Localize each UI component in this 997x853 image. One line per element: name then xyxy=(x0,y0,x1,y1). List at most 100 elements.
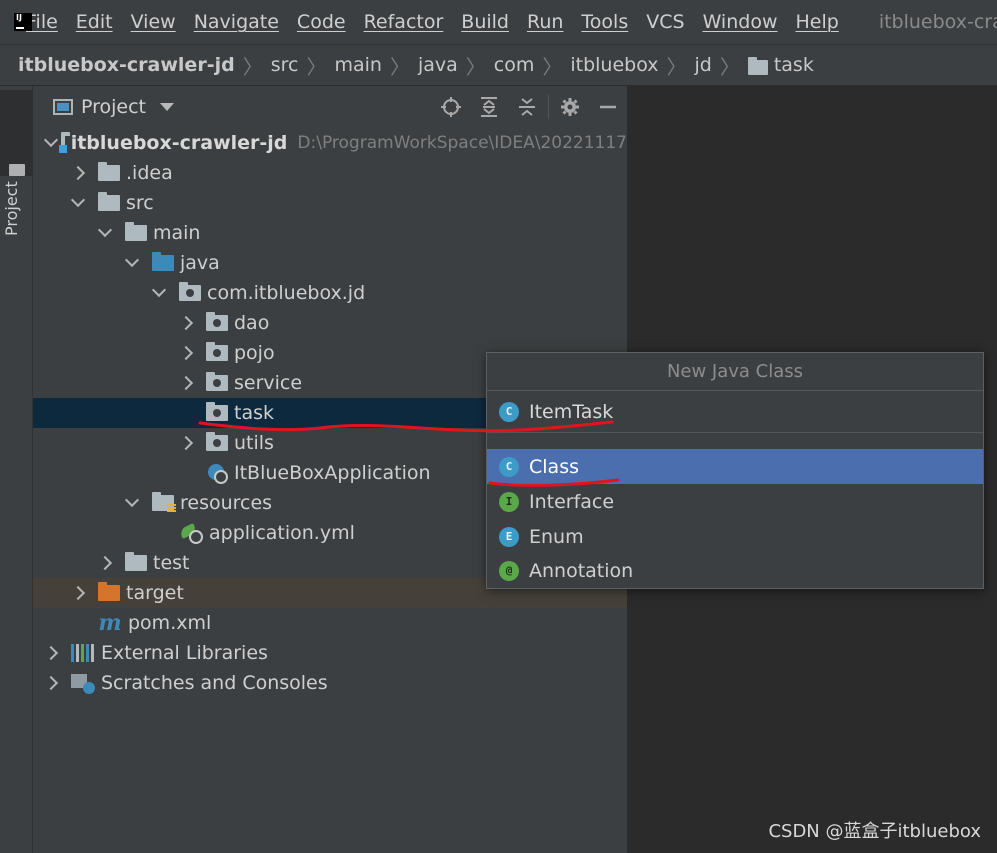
maven-file-icon: m xyxy=(98,610,122,636)
source-folder-icon xyxy=(152,252,174,271)
libraries-icon xyxy=(71,644,95,662)
chevron-right-icon: 〉 xyxy=(542,54,563,79)
tree-label: service xyxy=(234,372,303,394)
menu-refactor[interactable]: Refactor xyxy=(364,11,444,33)
chevron-right-icon[interactable] xyxy=(72,167,84,179)
crumb-project[interactable]: itbluebox-crawler-jd xyxy=(18,54,235,76)
tree-label: utils xyxy=(234,432,274,454)
chevron-right-icon[interactable] xyxy=(45,647,57,659)
chevron-right-icon[interactable] xyxy=(180,377,192,389)
breadcrumb: itbluebox-crawler-jd 〉 src 〉 main 〉 java… xyxy=(0,44,997,86)
tree-label: pojo xyxy=(234,342,275,364)
chevron-right-icon[interactable] xyxy=(99,557,111,569)
expand-all-icon[interactable] xyxy=(470,86,508,128)
tree-node-scratches[interactable]: Scratches and Consoles xyxy=(33,668,627,698)
chevron-right-icon[interactable] xyxy=(180,437,192,449)
yaml-file-icon xyxy=(179,522,203,544)
menu-build[interactable]: Build xyxy=(461,11,509,33)
project-path: D:\ProgramWorkSpace\IDEA\20221117 xyxy=(297,133,627,153)
minimize-icon[interactable] xyxy=(589,86,627,128)
menu-navigate[interactable]: Navigate xyxy=(194,11,279,33)
dropdown-arrow-icon[interactable] xyxy=(160,103,175,111)
chevron-down-icon[interactable] xyxy=(72,197,84,209)
folder-icon[interactable] xyxy=(9,164,25,176)
chevron-right-icon: 〉 xyxy=(389,54,410,79)
tree-node-java[interactable]: java xyxy=(33,248,627,278)
package-icon xyxy=(206,432,228,451)
class-name-input[interactable]: C ItemTask xyxy=(487,391,983,433)
kind-option-enum[interactable]: E Enum xyxy=(487,519,983,554)
menu-code[interactable]: Code xyxy=(297,11,346,33)
class-icon: C xyxy=(499,401,519,422)
kind-option-annotation[interactable]: @ Annotation xyxy=(487,553,983,588)
crumb-com[interactable]: com xyxy=(494,54,535,76)
tree-node-external-libraries[interactable]: External Libraries xyxy=(33,638,627,668)
collapse-all-icon[interactable] xyxy=(508,86,546,128)
tree-label: com.itbluebox.jd xyxy=(207,282,366,304)
chevron-down-icon[interactable] xyxy=(45,137,47,149)
crumb-java[interactable]: java xyxy=(418,54,458,76)
tree-label: pom.xml xyxy=(128,612,212,634)
chevron-down-icon[interactable] xyxy=(126,497,138,509)
chevron-right-icon[interactable] xyxy=(180,347,192,359)
chevron-right-icon[interactable] xyxy=(72,587,84,599)
tree-label: Scratches and Consoles xyxy=(101,672,328,694)
tool-window-stripe: Project xyxy=(0,86,33,853)
menu-view[interactable]: View xyxy=(131,11,176,33)
chevron-down-icon[interactable] xyxy=(153,287,165,299)
tree-node-pom[interactable]: m pom.xml xyxy=(33,608,627,638)
chevron-right-icon: 〉 xyxy=(465,54,486,79)
locate-file-icon[interactable] xyxy=(432,86,470,128)
tree-label: resources xyxy=(180,492,273,514)
menu-edit[interactable]: Edit xyxy=(76,11,113,33)
window-title: itbluebox-craw xyxy=(878,11,997,33)
resources-folder-icon xyxy=(152,492,176,513)
toolbar-divider xyxy=(548,95,549,119)
class-icon: C xyxy=(499,456,519,477)
package-icon xyxy=(206,312,228,331)
project-view-selector[interactable]: Project xyxy=(81,96,146,118)
menu-tools[interactable]: Tools xyxy=(581,11,628,33)
project-view-icon xyxy=(53,99,73,115)
menu-help[interactable]: Help xyxy=(795,11,838,33)
menu-vcs[interactable]: VCS xyxy=(646,11,684,33)
tree-node-project-root[interactable]: itbluebox-crawler-jd D:\ProgramWorkSpace… xyxy=(33,128,627,158)
crumb-itbluebox[interactable]: itbluebox xyxy=(570,54,658,76)
chevron-right-icon[interactable] xyxy=(45,677,57,689)
crumb-src[interactable]: src xyxy=(271,54,299,76)
folder-icon xyxy=(125,552,147,571)
gear-icon[interactable] xyxy=(551,86,589,128)
watermark: CSDN @蓝盒子itbluebox xyxy=(768,821,981,842)
tree-node-package-root[interactable]: com.itbluebox.jd xyxy=(33,278,627,308)
menu-bar: IJ File Edit View Navigate Code Refactor… xyxy=(0,0,997,44)
kind-option-class[interactable]: C Class xyxy=(487,449,983,484)
tree-node-main[interactable]: main xyxy=(33,218,627,248)
crumb-main[interactable]: main xyxy=(334,54,381,76)
crumb-jd[interactable]: jd xyxy=(695,54,712,76)
package-icon xyxy=(206,402,228,421)
tree-node-src[interactable]: src xyxy=(33,188,627,218)
tree-label: .idea xyxy=(126,162,173,184)
tree-label: test xyxy=(153,552,190,574)
tree-node-idea[interactable]: .idea xyxy=(33,158,627,188)
folder-icon xyxy=(747,56,768,75)
tree-label: src xyxy=(126,192,154,214)
panel-toolbar xyxy=(432,86,627,128)
annotation-icon: @ xyxy=(499,560,519,581)
chevron-right-icon: 〉 xyxy=(719,54,740,79)
chevron-down-icon[interactable] xyxy=(99,227,111,239)
folder-icon xyxy=(98,192,120,211)
project-tool-label[interactable]: Project xyxy=(2,181,21,236)
menu-window[interactable]: Window xyxy=(703,11,778,33)
crumb-task[interactable]: task xyxy=(774,54,814,76)
tree-label: ItBlueBoxApplication xyxy=(234,462,431,484)
folder-icon xyxy=(98,162,120,181)
kind-label: Enum xyxy=(529,525,584,548)
tree-node-dao[interactable]: dao xyxy=(33,308,627,338)
chevron-down-icon[interactable] xyxy=(126,257,138,269)
tree-label: main xyxy=(153,222,201,244)
menu-run[interactable]: Run xyxy=(527,11,563,33)
spring-boot-class-icon xyxy=(206,462,228,484)
chevron-right-icon[interactable] xyxy=(180,317,192,329)
kind-option-interface[interactable]: I Interface xyxy=(487,484,983,519)
